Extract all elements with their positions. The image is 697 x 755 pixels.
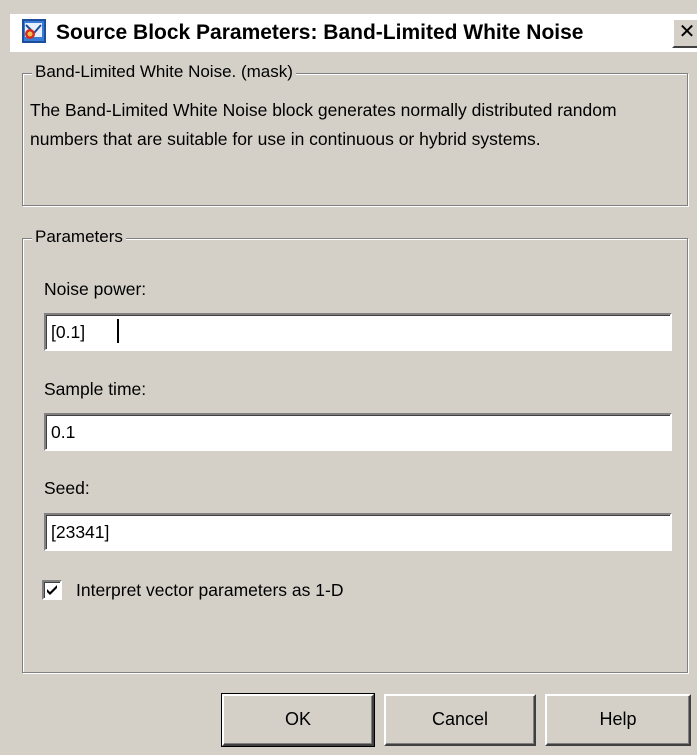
parameters-groupbox-label: Parameters bbox=[32, 227, 126, 247]
sample-time-label: Sample time: bbox=[44, 379, 147, 399]
seed-label: Seed: bbox=[44, 478, 90, 498]
close-button[interactable]: ✕ bbox=[672, 18, 697, 48]
checkmark-icon bbox=[47, 585, 57, 595]
mask-groupbox-label: Band-Limited White Noise. (mask) bbox=[32, 62, 296, 82]
window-title: Source Block Parameters: Band-Limited Wh… bbox=[56, 21, 584, 44]
mask-description: The Band-Limited White Noise block gener… bbox=[30, 100, 617, 149]
close-icon: ✕ bbox=[678, 21, 696, 43]
seed-input[interactable] bbox=[44, 513, 672, 551]
dialog-window: Source Block Parameters: Band-Limited Wh… bbox=[0, 0, 697, 755]
ok-button[interactable]: OK bbox=[221, 693, 375, 747]
help-button[interactable]: Help bbox=[545, 694, 691, 746]
title-bar[interactable]: Source Block Parameters: Band-Limited Wh… bbox=[10, 14, 697, 52]
interpret-vector-label[interactable]: Interpret vector parameters as 1-D bbox=[76, 579, 343, 601]
text-caret bbox=[117, 319, 119, 343]
noise-power-input[interactable] bbox=[44, 313, 672, 351]
sample-time-input[interactable] bbox=[44, 413, 672, 451]
simulink-block-icon bbox=[22, 19, 46, 43]
noise-power-label: Noise power: bbox=[44, 279, 147, 299]
cancel-button[interactable]: Cancel bbox=[384, 694, 536, 746]
interpret-vector-checkbox[interactable] bbox=[42, 580, 64, 602]
checkbox-box[interactable] bbox=[42, 580, 62, 600]
parameters-groupbox bbox=[22, 238, 688, 673]
